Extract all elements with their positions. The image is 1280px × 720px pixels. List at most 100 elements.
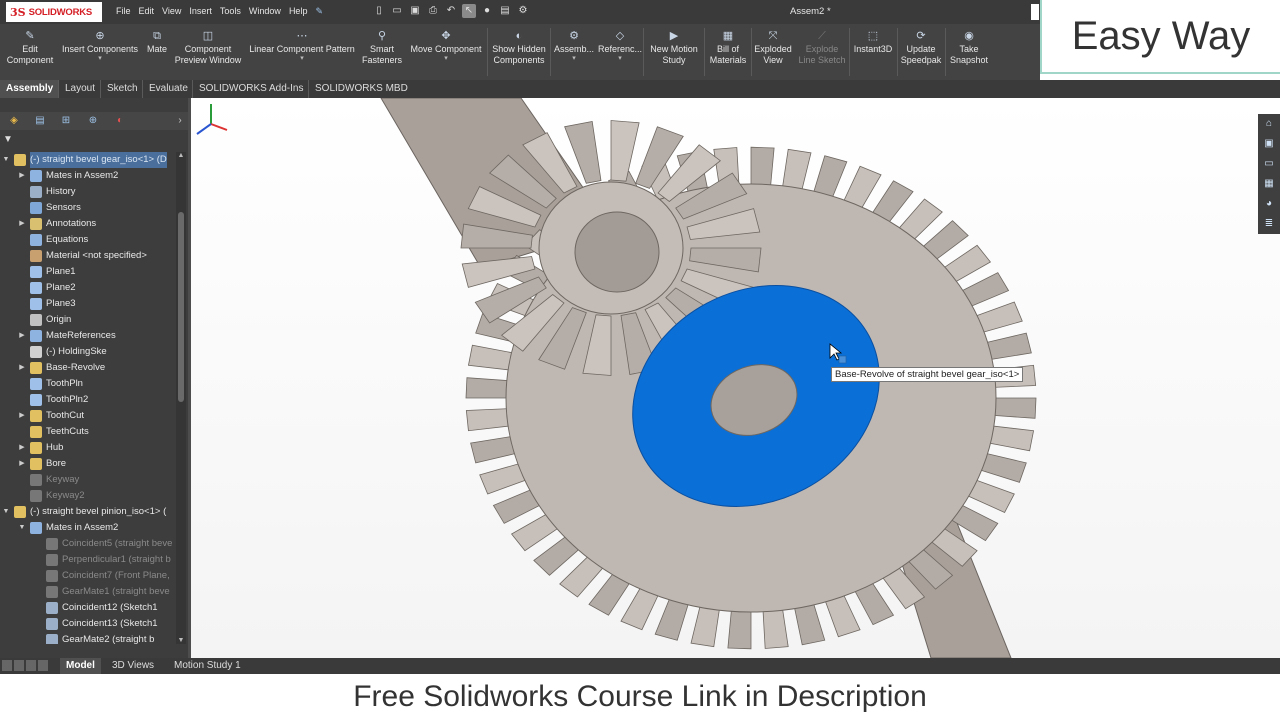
tab-model[interactable]: Model [60, 658, 101, 674]
prev-tab-icon[interactable] [14, 660, 24, 671]
tree-item[interactable]: Plane3 [0, 296, 176, 312]
view-palette-icon[interactable]: ▦ [1258, 174, 1280, 194]
tree-item[interactable]: Coincident7 (Front Plane, [0, 568, 176, 584]
last-tab-icon[interactable] [38, 660, 48, 671]
tree-item[interactable]: Origin [0, 312, 176, 328]
tree-item[interactable]: Equations [0, 232, 176, 248]
tree-item[interactable]: ▶ Mates in Assem2 [0, 168, 176, 184]
reference-geometry-button[interactable]: ◇ Referenc... ▾ [598, 30, 642, 63]
new-document-icon[interactable]: ▯ [372, 4, 386, 18]
print-icon[interactable]: ⎙ [426, 4, 440, 18]
gear-model[interactable] [191, 98, 1280, 658]
tree-item[interactable]: ToothPln2 [0, 392, 176, 408]
new-motion-study-button[interactable]: ▶ New Motion Study [645, 30, 703, 66]
tree-item[interactable]: Coincident13 (Sketch1 [0, 616, 176, 632]
tree-item[interactable]: ▶ Hub [0, 440, 176, 456]
chevron-down-icon[interactable]: ▾ [58, 55, 142, 63]
configuration-manager-icon[interactable]: ⊞ [58, 114, 74, 128]
explode-line-sketch-button[interactable]: ⟋ Explode Line Sketch [796, 30, 848, 66]
tab-mbd[interactable]: SOLIDWORKS MBD [308, 80, 414, 98]
tree-item[interactable]: ▼ (-) straight bevel pinion_iso<1> ( [0, 504, 176, 520]
feature-manager-icon[interactable]: ◈ [6, 114, 22, 128]
select-icon[interactable]: ↖ [462, 4, 476, 18]
tree-item[interactable]: ▶ Bore [0, 456, 176, 472]
traffic-light-icon[interactable]: ● [480, 4, 494, 18]
tree-item[interactable]: History [0, 184, 176, 200]
expand-right-icon[interactable]: ▶ [18, 168, 26, 184]
show-hidden-button[interactable]: ◐ Show Hidden Components [489, 30, 549, 66]
tree-item[interactable]: ▼ (-) straight bevel gear_iso<1> (D [0, 152, 176, 168]
chevron-down-icon[interactable]: ▾ [598, 55, 642, 63]
expand-down-icon[interactable]: ▼ [2, 152, 10, 168]
expand-right-icon[interactable]: ▶ [18, 360, 26, 376]
pin-icon[interactable]: ✎ [315, 6, 323, 17]
tree-item[interactable]: GearMate2 (straight b [0, 632, 176, 644]
tree-item[interactable]: Plane2 [0, 280, 176, 296]
appearances-icon[interactable]: ◕ [1258, 194, 1280, 214]
tree-item[interactable]: Material <not specified> [0, 248, 176, 264]
menu-file[interactable]: File [116, 6, 131, 17]
insert-components-button[interactable]: ⊕ Insert Components ▾ [58, 30, 142, 63]
tree-item[interactable]: GearMate1 (straight beve [0, 584, 176, 600]
tree-item[interactable]: ▶ Annotations [0, 216, 176, 232]
home-icon[interactable]: ⌂ [1258, 114, 1280, 134]
save-icon[interactable]: ▣ [408, 4, 422, 18]
mate-button[interactable]: ⧉ Mate [143, 30, 171, 55]
preview-window-button[interactable]: ◫ Component Preview Window [172, 30, 244, 66]
property-manager-icon[interactable]: ▤ [32, 114, 48, 128]
move-component-button[interactable]: ✥ Move Component ▾ [406, 30, 486, 63]
expand-right-icon[interactable]: ▶ [18, 216, 26, 232]
tab-assembly[interactable]: Assembly [0, 80, 60, 98]
expand-right-icon[interactable]: ▶ [18, 456, 26, 472]
tree-item[interactable]: ▶ ToothCut [0, 408, 176, 424]
linear-pattern-button[interactable]: ⋯ Linear Component Pattern ▾ [246, 30, 358, 63]
tab-3d-views[interactable]: 3D Views [106, 658, 160, 674]
tab-evaluate[interactable]: Evaluate [142, 80, 194, 98]
solidworks-logo[interactable]: 3S SOLIDWORKS [6, 2, 102, 22]
expand-right-icon[interactable]: ▶ [18, 440, 26, 456]
menu-help[interactable]: Help [289, 6, 308, 17]
bill-of-materials-button[interactable]: ▦ Bill of Materials [706, 30, 750, 66]
chevron-down-icon[interactable]: ▾ [406, 55, 486, 63]
graphics-area[interactable]: Base-Revolve of straight bevel gear_iso<… [191, 98, 1280, 658]
chevron-down-icon[interactable]: ▾ [246, 55, 358, 63]
tree-item[interactable]: ▼ Mates in Assem2 [0, 520, 176, 536]
custom-properties-icon[interactable]: ≣ [1258, 214, 1280, 234]
menu-tools[interactable]: Tools [220, 6, 241, 17]
next-tab-icon[interactable] [26, 660, 36, 671]
tab-sketch[interactable]: Sketch [100, 80, 144, 98]
tree-item[interactable]: Sensors [0, 200, 176, 216]
chevron-down-icon[interactable]: ▼ [176, 637, 186, 644]
assembly-features-button[interactable]: ⚙ Assemb... ▾ [552, 30, 596, 63]
chevron-up-icon[interactable]: ▲ [176, 152, 186, 159]
tree-item[interactable]: Perpendicular1 (straight b [0, 552, 176, 568]
menu-edit[interactable]: Edit [139, 6, 155, 17]
folder-icon[interactable]: ▭ [1258, 154, 1280, 174]
file-properties-icon[interactable]: ▤ [498, 4, 512, 18]
tree-item[interactable]: Plane1 [0, 264, 176, 280]
scroll-thumb[interactable] [178, 212, 184, 402]
update-speedpak-button[interactable]: ⟳ Update Speedpak [898, 30, 944, 66]
expand-right-icon[interactable]: ▶ [18, 328, 26, 344]
display-manager-icon[interactable]: ◐ [112, 114, 128, 128]
menu-window[interactable]: Window [249, 6, 281, 17]
chevron-down-icon[interactable]: ▾ [552, 55, 596, 63]
search-box-edge[interactable] [1031, 4, 1039, 20]
tree-item[interactable]: Coincident12 (Sketch1 [0, 600, 176, 616]
tab-motion-study-1[interactable]: Motion Study 1 [168, 658, 247, 674]
chevron-right-icon[interactable]: › [172, 114, 188, 128]
options-icon[interactable]: ⚙ [516, 4, 530, 18]
tree-item[interactable]: ▶ Base-Revolve [0, 360, 176, 376]
edit-component-button[interactable]: ✎ Edit Component [4, 30, 56, 66]
tree-item[interactable]: TeethCuts [0, 424, 176, 440]
filter-icon[interactable]: ▼ [3, 134, 13, 145]
tree-item[interactable]: ▶ MateReferences [0, 328, 176, 344]
expand-down-icon[interactable]: ▼ [18, 520, 26, 536]
dimxpert-icon[interactable]: ⊕ [85, 114, 101, 128]
first-tab-icon[interactable] [2, 660, 12, 671]
menu-view[interactable]: View [162, 6, 181, 17]
instant3d-button[interactable]: ⬚ Instant3D [850, 30, 896, 55]
tree-item[interactable]: ToothPln [0, 376, 176, 392]
open-icon[interactable]: ▭ [390, 4, 404, 18]
tab-layout[interactable]: Layout [58, 80, 101, 98]
